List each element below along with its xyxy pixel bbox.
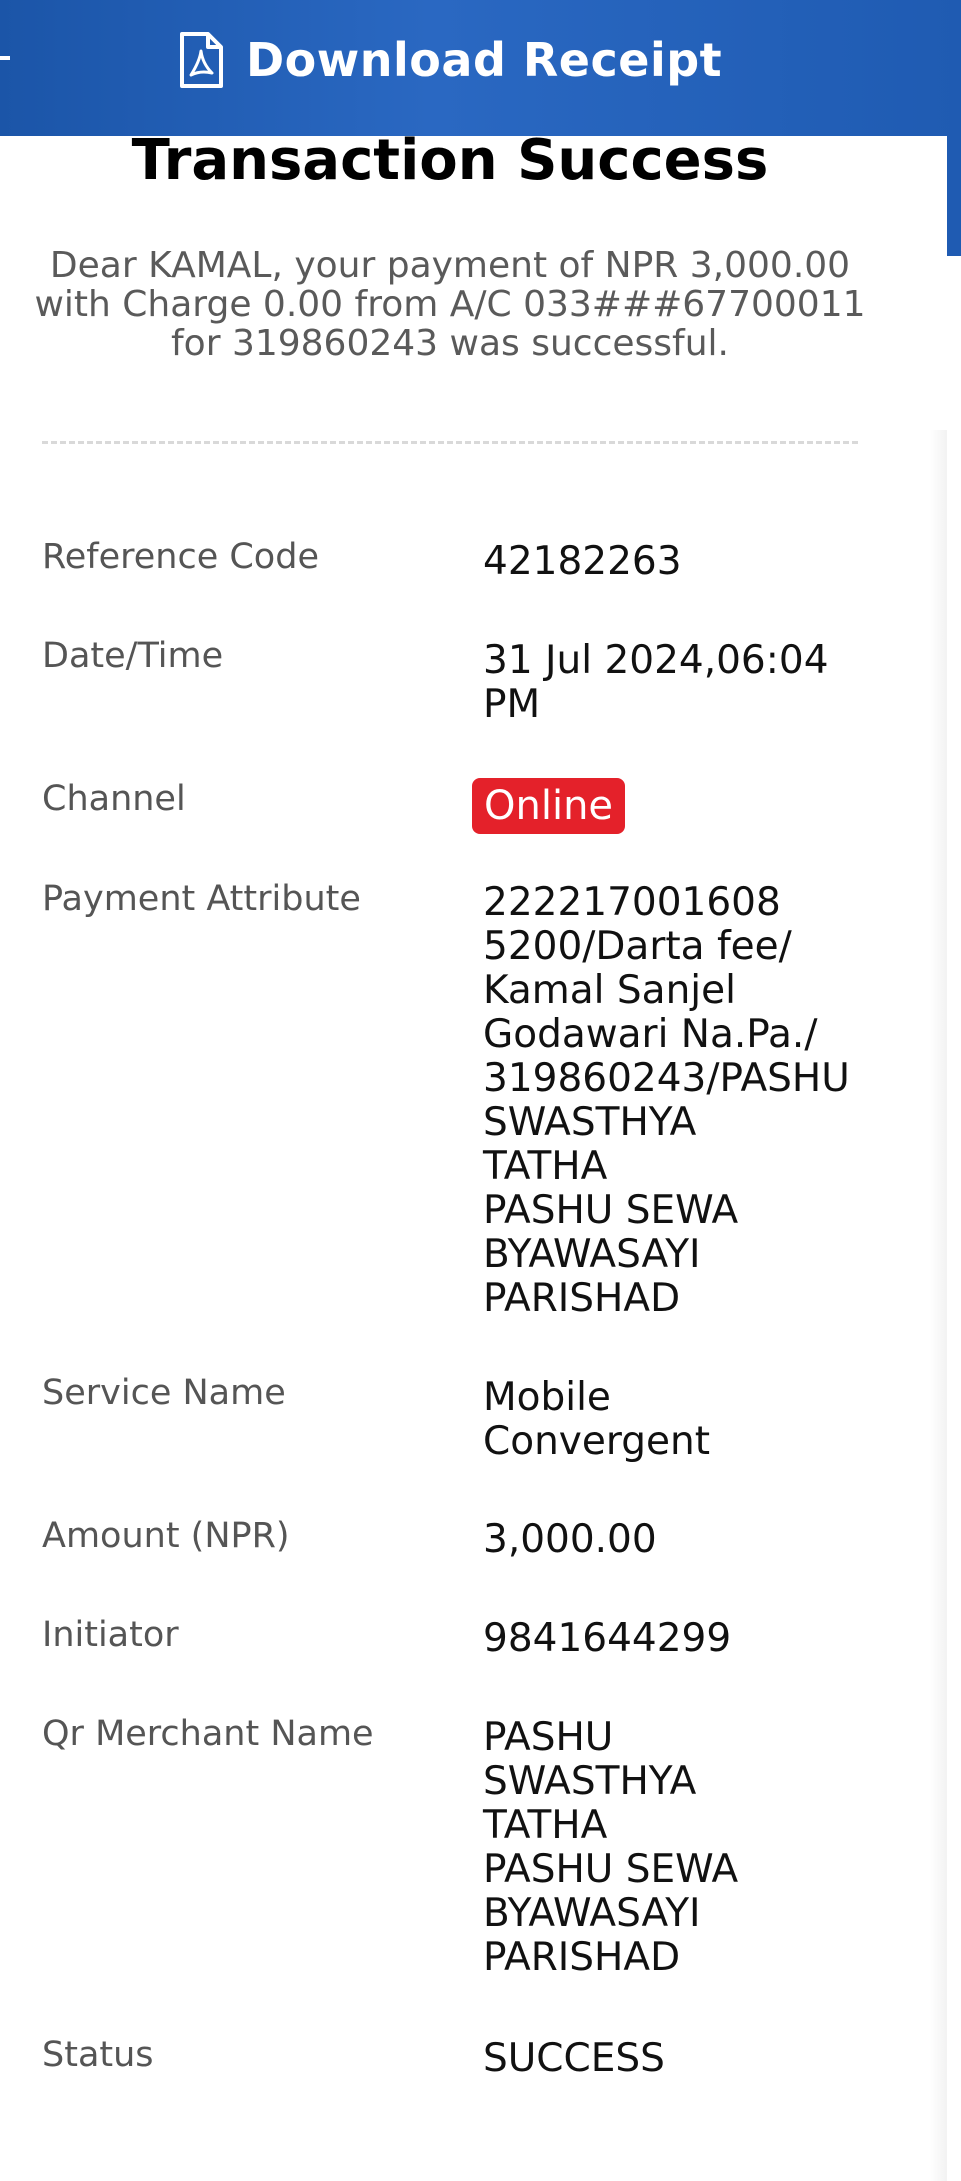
date-time-value: 31 Jul 2024,06:04 PM <box>483 638 829 727</box>
download-receipt-button[interactable]: Download Receipt <box>178 28 722 92</box>
reference-code-label: Reference Code <box>42 537 319 577</box>
channel-badge: Online <box>472 778 626 834</box>
download-receipt-label: Download Receipt <box>246 33 723 87</box>
back-indicator[interactable] <box>0 56 10 60</box>
dashed-divider <box>42 441 858 444</box>
payment-attribute-label: Payment Attribute <box>42 879 361 919</box>
initiator-value: 9841644299 <box>483 1616 732 1661</box>
page-title: Transaction Success <box>131 128 769 193</box>
pdf-file-icon <box>180 32 223 88</box>
amount-label: Amount (NPR) <box>42 1516 290 1556</box>
amount-value: 3,000.00 <box>483 1517 657 1562</box>
success-message: Dear KAMAL, your payment of NPR 3,000.00… <box>34 245 866 364</box>
date-time-label: Date/Time <box>42 636 224 676</box>
payment-attribute-value: 222217001608 5200/Darta fee/ Kamal Sanje… <box>483 880 850 1321</box>
side-panel-edge <box>947 136 961 256</box>
side-shadow <box>929 430 947 2181</box>
initiator-label: Initiator <box>42 1615 179 1655</box>
service-name-label: Service Name <box>42 1373 286 1413</box>
status-value: SUCCESS <box>483 2036 665 2081</box>
qr-merchant-name-value: PASHU SWASTHYA TATHA PASHU SEWA BYAWASAY… <box>483 1715 739 1980</box>
status-label: Status <box>42 2035 154 2075</box>
service-name-value: Mobile Convergent <box>483 1375 710 1464</box>
qr-merchant-name-label: Qr Merchant Name <box>42 1714 374 1754</box>
reference-code-value: 42182263 <box>483 539 682 584</box>
channel-label: Channel <box>42 779 186 819</box>
top-bar: Download Receipt <box>0 0 961 136</box>
